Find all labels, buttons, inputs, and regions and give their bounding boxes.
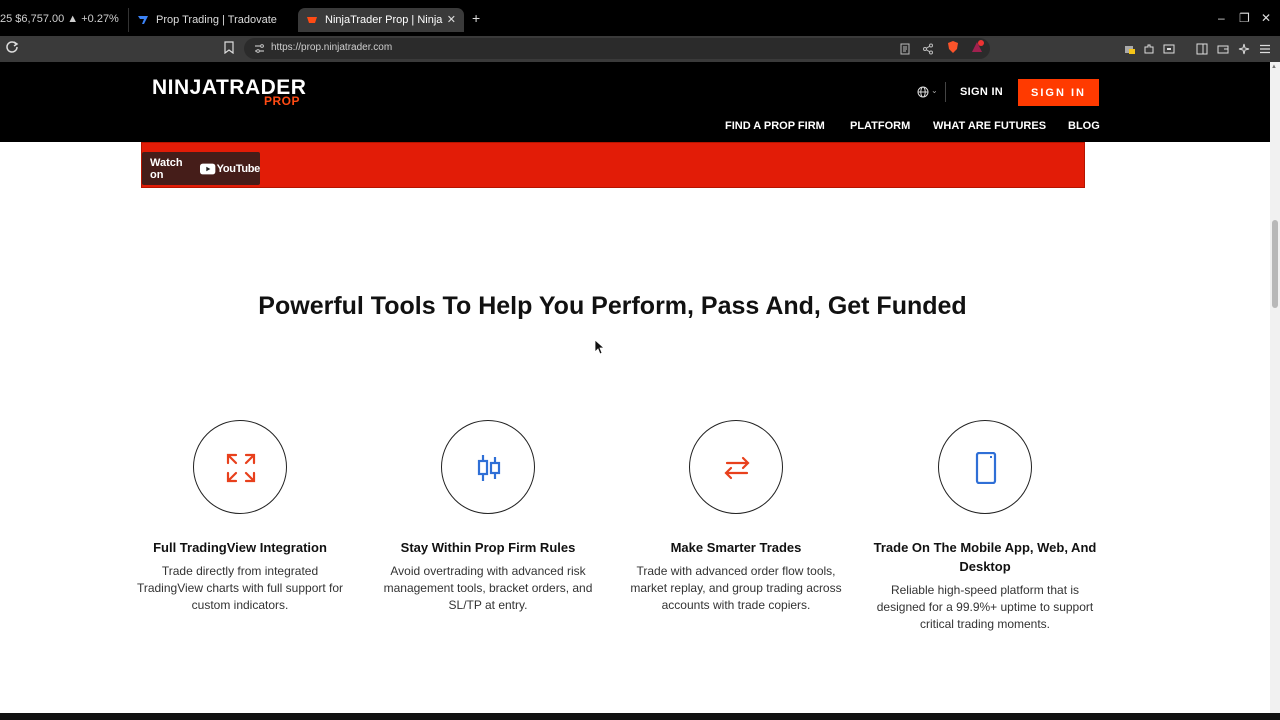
watch-on-label: Watch on [150,156,183,181]
nav-find-prop-firm[interactable]: FIND A PROP FIRM [725,120,825,132]
expand-arrows-icon [226,453,256,483]
page-scrollbar[interactable] [1270,62,1280,713]
feature-title: Full TradingView Integration [153,540,327,555]
sign-in-button[interactable]: SIGN IN [1018,79,1099,106]
url-text: https://prop.ninjatrader.com [271,42,393,53]
chevron-down-icon[interactable]: ⌄ [931,86,938,95]
ticker-text: 25 $6,757.00 ▲ +0.27% [0,13,119,25]
swap-arrows-icon [724,456,750,480]
tab-ninjatrader[interactable]: NinjaTrader Prop | Ninja ✕ [298,8,464,32]
new-tab-icon[interactable]: + [472,11,480,25]
feature-icon-circle [938,420,1032,514]
feature-icon-circle [689,420,783,514]
tab-tradovate[interactable]: Prop Trading | Tradovate [128,8,294,32]
feature-title: Make Smarter Trades [670,540,802,555]
close-window-icon[interactable]: ✕ [1261,12,1271,24]
section-title: Powerful Tools To Help You Perform, Pass… [258,292,967,320]
brave-shields-icon[interactable] [946,40,960,54]
feature-title: Stay Within Prop Firm Rules [400,540,576,555]
feature-card: Stay Within Prop Firm Rules Avoid overtr… [370,420,606,614]
bottom-edge [0,713,1280,720]
tab-title: NinjaTrader Prop | Ninja [325,14,443,26]
nav-platform[interactable]: PLATFORM [850,120,910,132]
watch-on-youtube-button[interactable]: Watch on YouTube [142,152,260,185]
feature-icon-circle [193,420,287,514]
menu-icon[interactable] [1259,43,1271,55]
screenshot-icon[interactable] [1163,43,1175,55]
share-icon[interactable] [922,43,934,55]
sidebar-icon[interactable] [1196,43,1208,55]
site-info-icon[interactable] [254,43,265,54]
globe-icon[interactable] [917,86,929,98]
scroll-up-arrow-icon[interactable]: ▲ [1271,64,1277,70]
tradovate-favicon-icon [138,16,148,24]
sign-in-link[interactable]: SIGN IN [960,86,1003,98]
restore-icon[interactable]: ❐ [1239,12,1250,24]
video-embed[interactable]: Watch on YouTube [141,142,1085,188]
feature-icon-circle [441,420,535,514]
candlestick-icon [477,455,501,481]
extension-folder-icon[interactable] [1124,43,1136,55]
mouse-cursor-icon [594,339,604,355]
feature-description: Reliable high-speed platform that is des… [876,583,1094,631]
mobile-phone-icon [975,452,997,484]
youtube-label: YouTube [216,162,261,175]
address-bar[interactable]: https://prop.ninjatrader.com [244,38,990,59]
extensions-puzzle-icon[interactable] [1143,43,1155,55]
scrollbar-thumb[interactable] [1272,220,1278,308]
brave-rewards-icon[interactable] [970,40,984,54]
close-tab-icon[interactable]: ✕ [447,13,456,26]
feature-description: Trade directly from integrated TradingVi… [136,564,344,612]
feature-card: Trade On The Mobile App, Web, And Deskto… [867,420,1103,633]
address-toolbar: https://prop.ninjatrader.com [0,36,1280,62]
leo-ai-icon[interactable] [1238,43,1250,55]
ninjatrader-favicon-icon [307,17,317,23]
minimize-icon[interactable]: – [1218,12,1225,24]
site-header: NINJATRADER PROP ⌄ SIGN IN SIGN IN FIND … [0,62,1270,142]
feature-card: Full TradingView Integration Trade direc… [122,420,358,614]
nav-blog[interactable]: BLOG [1068,120,1100,132]
browser-tab-bar: 25 $6,757.00 ▲ +0.27% Prop Trading | Tra… [0,0,1280,36]
header-divider [945,82,946,102]
feature-card: Make Smarter Trades Trade with advanced … [618,420,854,614]
reload-icon[interactable] [5,40,19,54]
logo-prop-label: PROP [264,94,301,108]
tab-title: Prop Trading | Tradovate [156,14,277,26]
youtube-play-icon [200,163,216,174]
nav-what-are-futures[interactable]: WHAT ARE FUTURES [933,120,1046,132]
feature-description: Avoid overtrading with advanced risk man… [383,564,593,612]
feature-description: Trade with advanced order flow tools, ma… [630,564,842,612]
bookmark-icon[interactable] [224,41,234,54]
wallet-icon[interactable] [1217,43,1229,55]
feature-title: Trade On The Mobile App, Web, And Deskto… [873,540,1097,574]
reader-mode-icon[interactable] [899,43,911,55]
